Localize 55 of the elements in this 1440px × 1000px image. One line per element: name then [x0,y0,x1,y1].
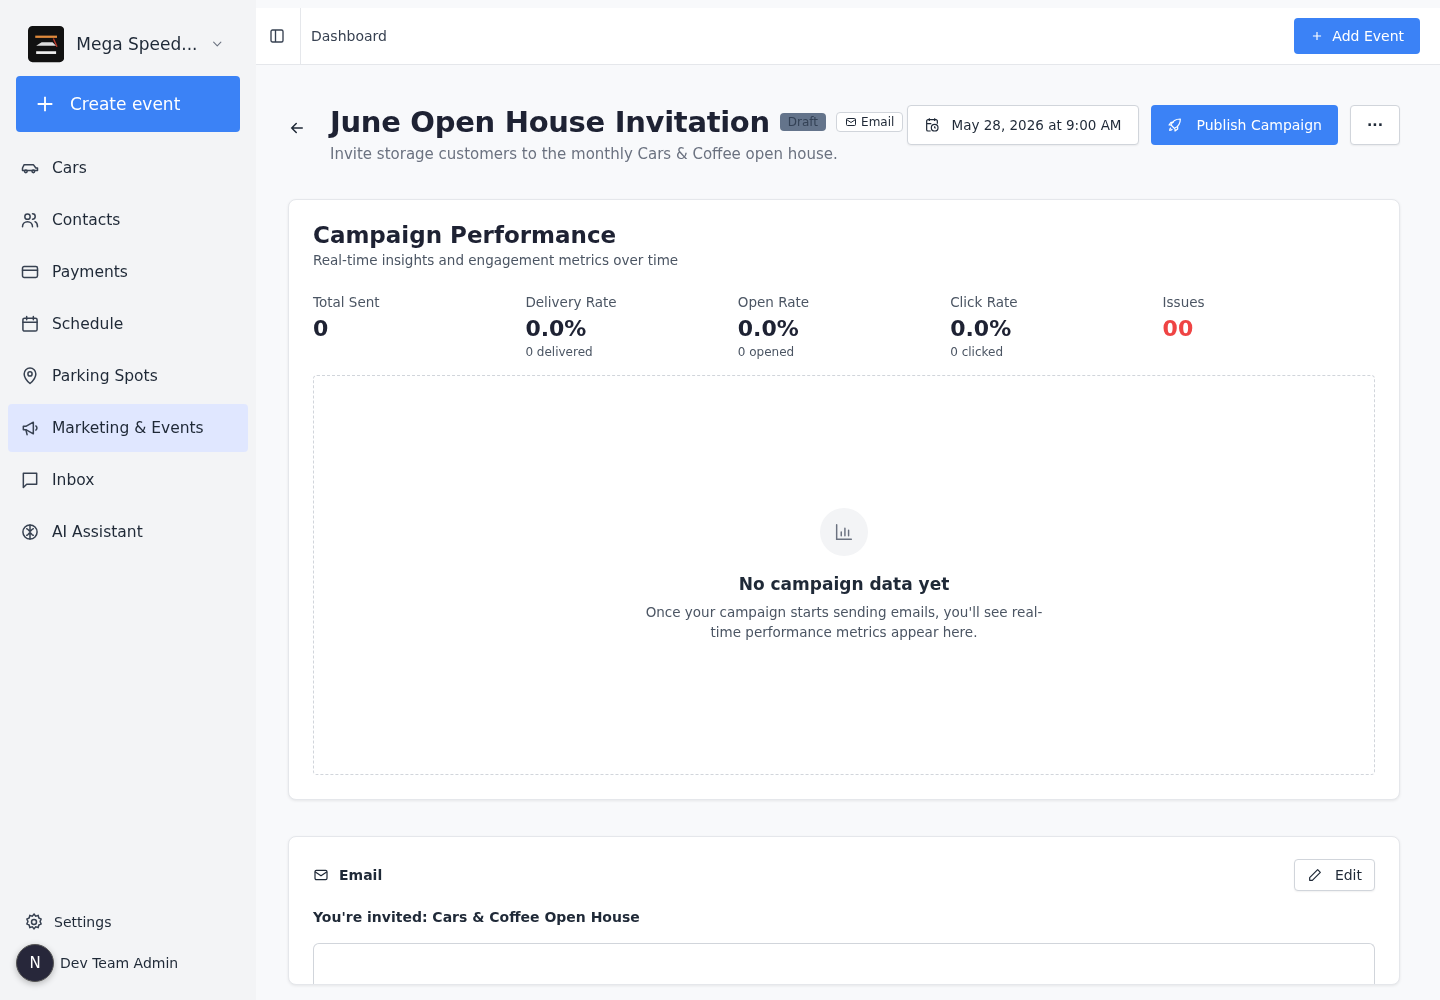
empty-title: No campaign data yet [738,573,950,594]
sidebar-item[interactable]: Schedule [8,300,248,348]
sidebar-item[interactable]: AI Assistant [8,508,248,556]
pencil-icon [1306,867,1323,883]
stat-value: 00 [1162,316,1195,341]
stat-label: Delivery Rate [525,294,618,310]
publish-campaign-button[interactable]: Publish Campaign [1150,105,1338,145]
workspace-name: Mega Speed... [76,34,198,54]
stat-value: 0.0% [737,316,800,341]
stat-label: Issues [1162,294,1206,310]
sidebar-item[interactable]: Contacts [8,196,248,244]
stat-label: Open Rate [737,294,811,310]
schedule-date-button[interactable]: May 28, 2026 at 9:00 AM [906,105,1139,145]
sidebar-item[interactable]: Inbox [8,456,248,504]
workspace-switcher[interactable]: Mega Speed... [8,16,248,64]
stat-label: Total Sent [313,294,381,310]
users-icon [20,210,40,230]
rocket-icon [1166,117,1183,133]
settings-icon [24,912,44,932]
logo-icon [28,24,65,64]
sidebar-toggle-icon[interactable] [268,8,301,64]
card-title: Campaign Performance [313,222,618,248]
stat-value: 0.0% [525,316,588,341]
more-button[interactable]: ··· [1350,105,1400,145]
breadcrumb[interactable]: Dashboard [311,28,387,44]
empty-text: Once your campaign starts sending emails, you'll see real-time performance metrics appear here. [644,602,1044,642]
stat-note: 0 delivered [525,345,594,359]
sidebar-item[interactable]: Cars [8,144,248,192]
stat-note: 0 clicked [950,345,1005,359]
stat-value: 0 [313,316,330,341]
mail-icon [845,116,858,128]
create-event-button[interactable]: Create event [16,76,240,132]
calendar-clock-icon [923,117,940,133]
message-icon [20,470,40,490]
campaign-description: Invite storage customers to the monthly Cars & Coffee open house. [330,145,839,163]
settings-link[interactable]: Settings [16,912,248,932]
chart-icon [820,507,868,556]
sidebar-item[interactable]: Parking Spots [8,352,248,400]
megaphone-icon [20,418,40,438]
card-subtitle: Real-time insights and engagement metrics over time [313,252,680,268]
sidebar-item[interactable]: Payments [8,248,248,296]
stat-value: 0.0% [950,316,1013,341]
email-subject: You're invited: Cars & Coffee Open House [313,909,641,925]
add-event-button[interactable]: Add Event [1294,18,1420,54]
campaign-title: June Open House Invitation [330,105,770,139]
user-avatar[interactable]: N [16,944,54,982]
email-title: Email [339,867,383,883]
edit-button[interactable]: Edit [1293,859,1375,891]
channel-badge: Email [836,112,904,132]
stat-label: Click Rate [950,294,1019,310]
calendar-icon [20,314,40,334]
user-name: Dev Team Admin [60,955,179,971]
stat-note: 0 opened [737,345,796,359]
mail-icon [313,867,329,883]
sidebar-item[interactable]: Marketing & Events [8,404,248,452]
